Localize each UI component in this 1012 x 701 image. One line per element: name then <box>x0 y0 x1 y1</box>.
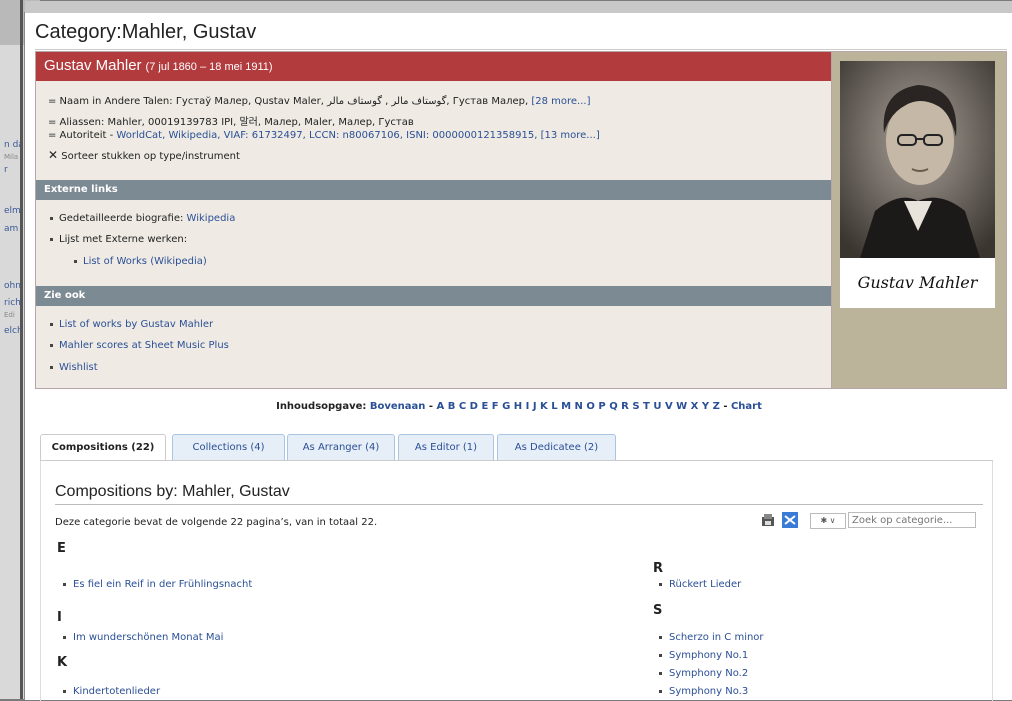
category-description: Deze categorie bevat de volgende 22 pagi… <box>55 517 378 528</box>
authority-label: = Autoriteit - <box>48 130 117 141</box>
see-also-heading: Zie ook <box>36 286 831 306</box>
section-letter: S <box>653 603 663 618</box>
other-names-more-link[interactable]: [28 more...] <box>531 96 590 107</box>
other-names-text: Густаў Малер, Qustav Maler, گوستاف مالر … <box>175 96 532 107</box>
shuffle-icon[interactable] <box>782 512 798 528</box>
composition-link[interactable]: Symphony No.2 <box>659 668 748 679</box>
composition-link[interactable]: Im wunderschönen Monat Mai <box>63 632 223 643</box>
portrait-icon <box>840 61 995 258</box>
biography-label: Gedetailleerde biografie: <box>59 213 187 224</box>
section-letter: R <box>653 561 664 576</box>
compositions-title: Compositions by: Mahler, Gustav <box>55 483 290 500</box>
section-letter: K <box>57 655 68 670</box>
authority-row: = Autoriteit - WorldCat, Wikipedia, VIAF… <box>48 130 600 141</box>
composition-link[interactable]: Kindertotenlieder <box>63 686 160 697</box>
authority-links[interactable]: WorldCat, Wikipedia, VIAF: 61732497, LCC… <box>116 130 599 141</box>
tab-as-editor[interactable]: As Editor (1) <box>398 434 494 461</box>
sort-label: Sorteer stukken op type/instrument <box>61 151 240 162</box>
composer-dates: (7 jul 1860 – 18 mei 1911) <box>145 61 273 73</box>
bg-fragment: r <box>4 165 8 175</box>
aliases-row: = Aliassen: Mahler, 00019139783 IPI, 말러,… <box>48 117 414 128</box>
composition-link[interactable]: Rückert Lieder <box>659 579 741 590</box>
bg-fragment: rich <box>4 298 21 308</box>
composer-header: Gustav Mahler (7 jul 1860 – 18 mei 1911) <box>36 52 831 81</box>
table-of-contents: Inhoudsopgave: Bovenaan - A B C D E F G … <box>276 401 762 412</box>
see-also-link[interactable]: Wishlist <box>50 362 98 373</box>
category-search-input[interactable] <box>848 512 976 528</box>
list-of-works-wikipedia-link[interactable]: List of Works (Wikipedia) <box>74 256 207 267</box>
biography-item: Gedetailleerde biografie: Wikipedia <box>50 213 235 224</box>
composition-link[interactable]: Symphony No.1 <box>659 650 748 661</box>
tab-as-arranger[interactable]: As Arranger (4) <box>287 434 395 461</box>
external-links-heading: Externe links <box>36 180 831 200</box>
composer-name: Gustav Mahler <box>44 57 142 74</box>
window-top-bar <box>25 1 1012 13</box>
portrait-panel: Gustav Mahler <box>831 51 1007 389</box>
tab-compositions[interactable]: Compositions (22) <box>40 434 166 461</box>
tab-collections[interactable]: Collections (4) <box>172 434 285 461</box>
bg-fragment: elm <box>4 206 21 216</box>
toc-label: Inhoudsopgave: <box>276 401 370 412</box>
composition-link[interactable]: Scherzo in C minor <box>659 632 764 643</box>
toc-chart-link[interactable]: Chart <box>731 401 762 412</box>
see-also-link[interactable]: Mahler scores at Sheet Music Plus <box>50 340 229 351</box>
sort-by-type-link[interactable]: ✕ Sorteer stukken op type/instrument <box>48 148 240 162</box>
bg-fragment: ohn <box>4 281 21 291</box>
bg-fragment: Mila <box>4 153 19 161</box>
signature-image: Gustav Mahler <box>840 258 995 308</box>
toc-letter-links[interactable]: A B C D E F G H I J K L M N O P Q R S T … <box>437 401 720 412</box>
other-names-label: = Naam in Andere Talen: <box>48 96 176 107</box>
bg-fragment: am <box>4 224 19 234</box>
window-border <box>20 0 23 699</box>
folder-print-icon[interactable] <box>760 512 776 528</box>
wikipedia-bio-link[interactable]: Wikipedia <box>187 213 236 224</box>
composer-info-box: Gustav Mahler (7 jul 1860 – 18 mei 1911) … <box>35 51 832 389</box>
composition-link[interactable]: Es fiel ein Reif in der Frühlingsnacht <box>63 579 252 590</box>
browser-page: Category:Mahler, Gustav Gustav Mahler (7 … <box>24 1 1012 701</box>
section-letter: I <box>57 610 62 625</box>
section-letter: E <box>57 541 66 556</box>
see-also-link[interactable]: List of works by Gustav Mahler <box>50 319 213 330</box>
composition-link[interactable]: Symphony No.3 <box>659 686 748 697</box>
sort-options-select[interactable]: ✱ ∨ <box>810 513 846 529</box>
page-title: Category:Mahler, Gustav <box>35 21 257 43</box>
toc-top-link[interactable]: Bovenaan <box>370 401 426 412</box>
other-names-row: = Naam in Andere Talen: Густаў Малер, Qu… <box>48 96 590 107</box>
compositions-divider <box>55 504 983 505</box>
bg-fragment: Edi <box>4 311 15 319</box>
tab-as-dedicatee[interactable]: As Dedicatee (2) <box>497 434 616 461</box>
title-divider <box>35 49 1007 50</box>
close-x-icon: ✕ <box>48 148 59 162</box>
composer-name-line: Gustav Mahler (7 jul 1860 – 18 mei 1911) <box>44 57 273 74</box>
external-works-item: Lijst met Externe werken: <box>50 234 187 245</box>
